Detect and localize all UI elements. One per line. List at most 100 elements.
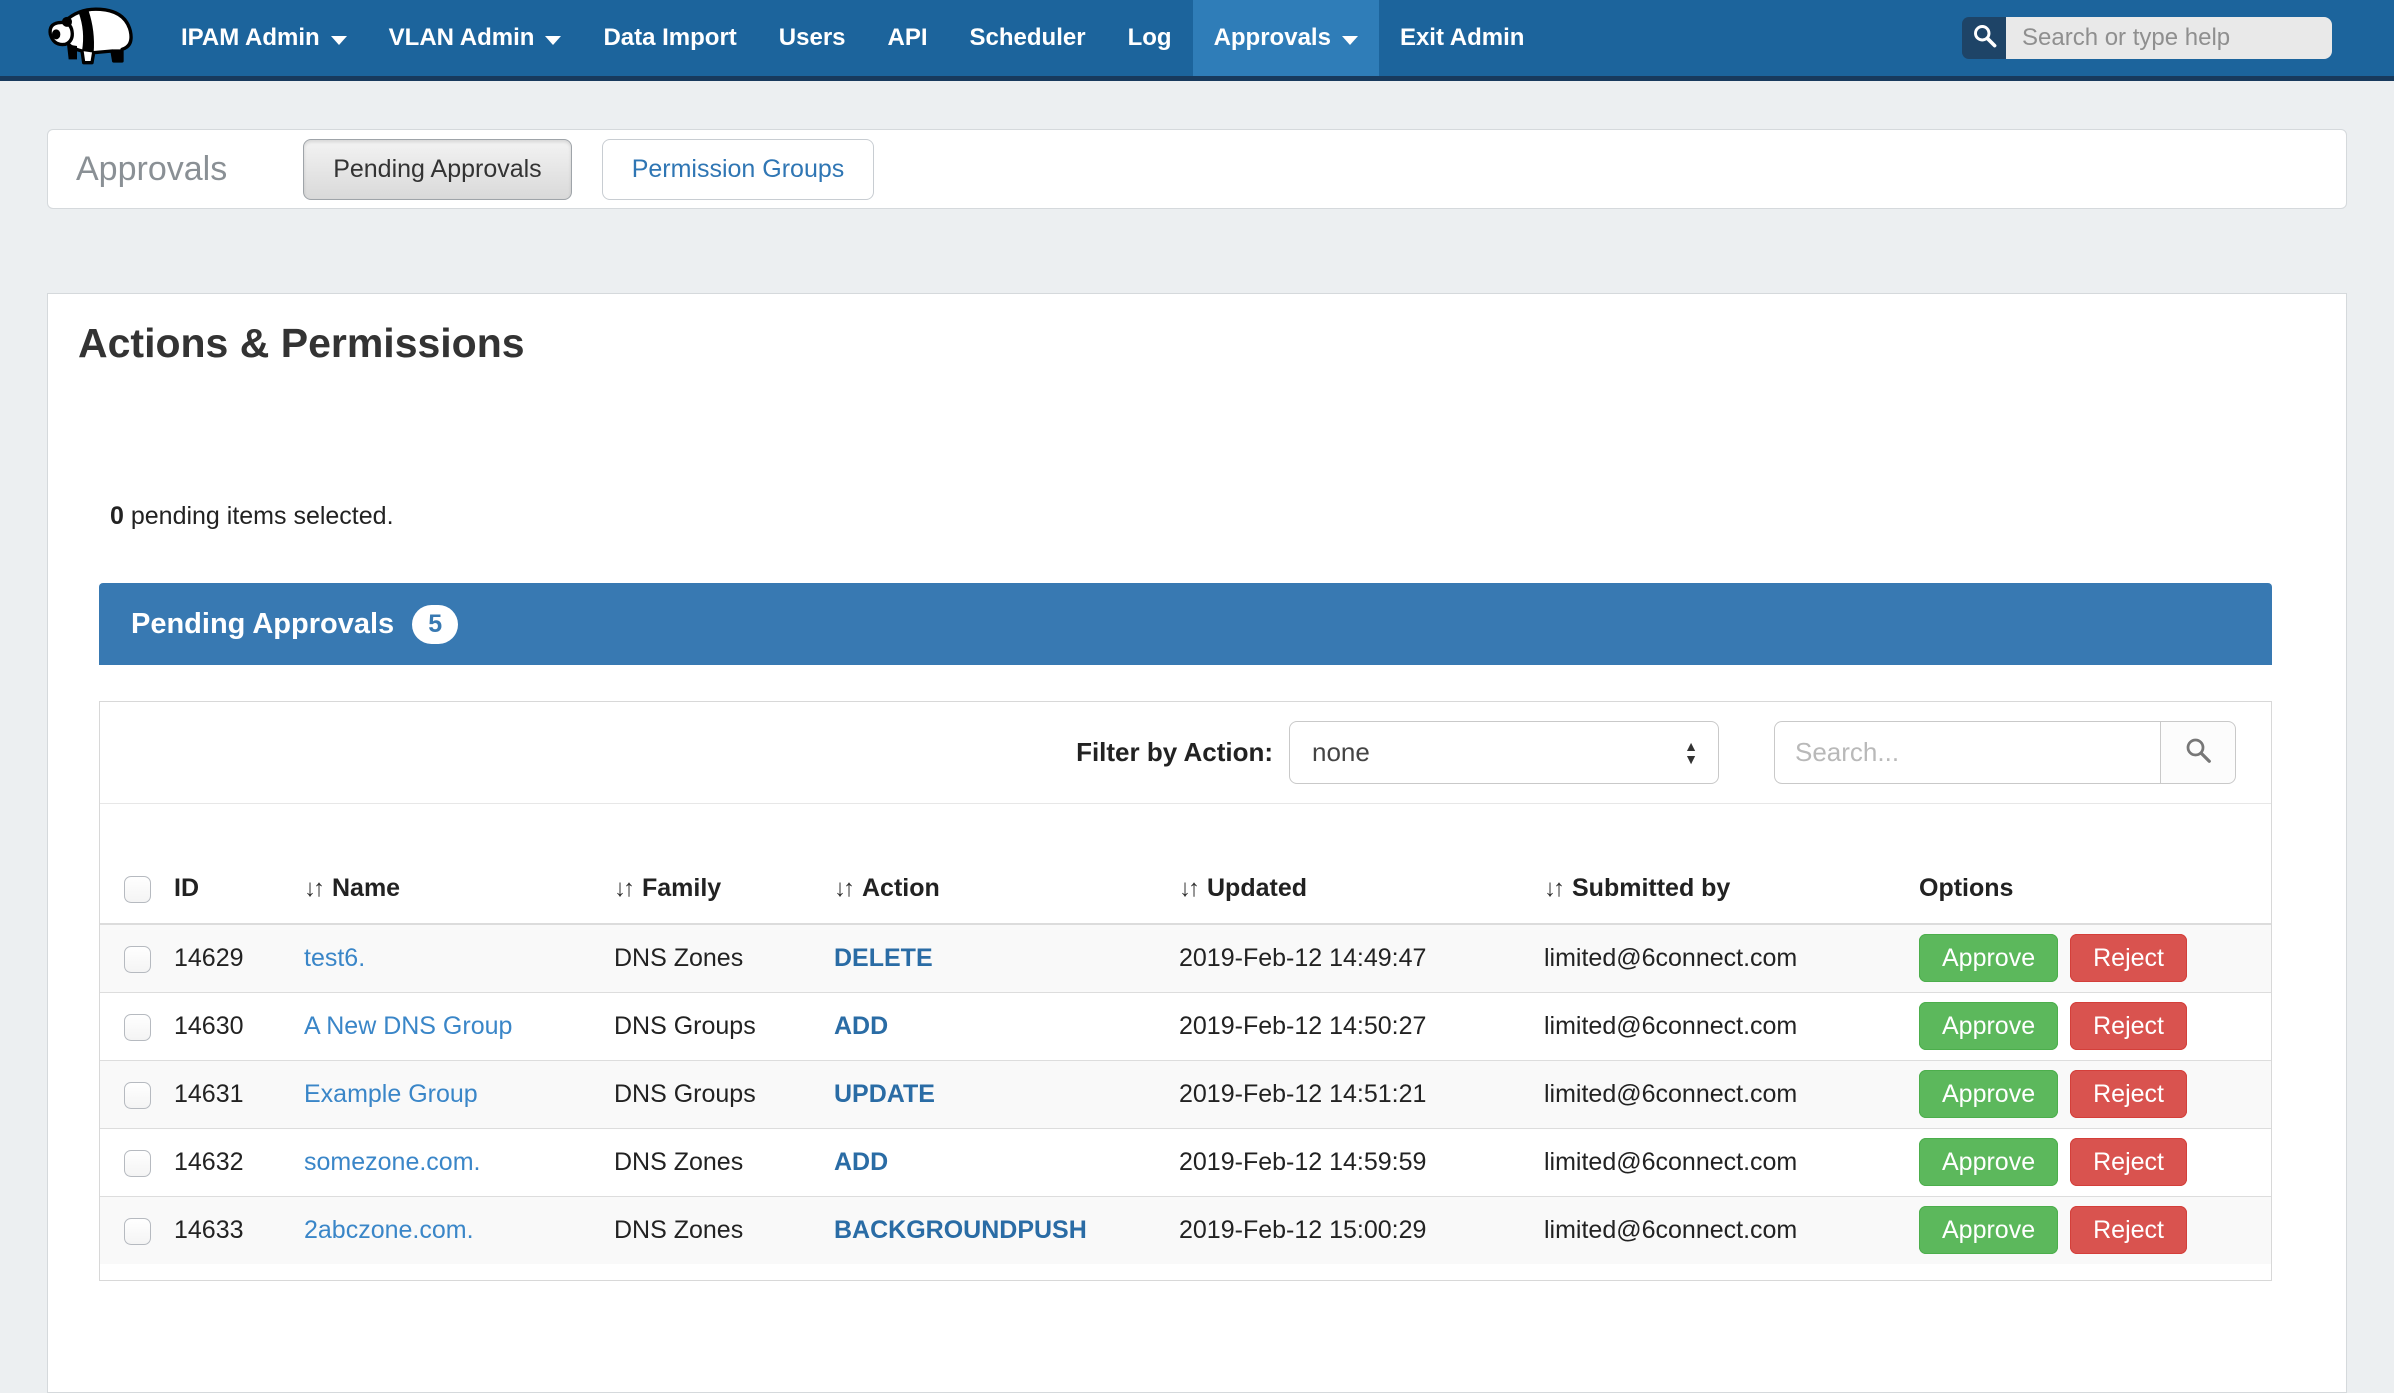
row-checkbox[interactable]	[124, 1218, 151, 1245]
column-header-family[interactable]: ↓↑Family	[604, 804, 824, 924]
nav-item-label: VLAN Admin	[389, 24, 535, 52]
family-cell: DNS Zones	[604, 1129, 824, 1197]
options-cell: ApproveReject	[1909, 1129, 2271, 1197]
nav-item-log[interactable]: Log	[1107, 0, 1193, 76]
row-checkbox[interactable]	[124, 946, 151, 973]
submitted-by-cell: limited@6connect.com	[1534, 993, 1909, 1061]
navbar-search-button[interactable]	[1962, 17, 2006, 59]
nav-item-label: Approvals	[1214, 24, 1331, 52]
reject-button[interactable]: Reject	[2070, 1138, 2187, 1186]
name-link[interactable]: 2abczone.com.	[304, 1216, 474, 1244]
updated-cell: 2019-Feb-12 14:49:47	[1169, 924, 1534, 993]
select-updown-icon: ▲▼	[1684, 740, 1698, 766]
selected-items-status: 0 pending items selected.	[110, 502, 2272, 531]
column-label: Updated	[1207, 874, 1307, 902]
pending-approvals-header: Pending Approvals 5	[99, 583, 2272, 665]
filter-action-value: none	[1312, 737, 1684, 768]
nav-item-label: Scheduler	[970, 24, 1086, 52]
select-all-checkbox[interactable]	[124, 876, 151, 903]
updated-cell: 2019-Feb-12 14:50:27	[1169, 993, 1534, 1061]
submitted-by-cell: limited@6connect.com	[1534, 1197, 1909, 1265]
name-link[interactable]: A New DNS Group	[304, 1012, 512, 1040]
submitted-by-cell: limited@6connect.com	[1534, 1061, 1909, 1129]
nav-item-exit-admin[interactable]: Exit Admin	[1379, 0, 1545, 76]
id-cell: 14633	[164, 1197, 294, 1265]
approve-button[interactable]: Approve	[1919, 1070, 2058, 1118]
row-checkbox[interactable]	[124, 1150, 151, 1177]
column-header-action[interactable]: ↓↑Action	[824, 804, 1169, 924]
nav-item-label: Data Import	[603, 24, 736, 52]
chevron-down-icon	[331, 36, 347, 45]
options-cell: ApproveReject	[1909, 1197, 2271, 1265]
family-cell: DNS Groups	[604, 1061, 824, 1129]
row-checkbox[interactable]	[124, 1082, 151, 1109]
search-icon	[1971, 22, 1998, 54]
nav-item-label: Exit Admin	[1400, 24, 1524, 52]
action-cell: ADD	[824, 1129, 1169, 1197]
reject-button[interactable]: Reject	[2070, 1002, 2187, 1050]
tab-pending-approvals[interactable]: Pending Approvals	[303, 139, 571, 200]
family-cell: DNS Groups	[604, 993, 824, 1061]
app-logo[interactable]	[0, 0, 160, 76]
filter-by-action-label: Filter by Action:	[1076, 737, 1273, 768]
nav-item-scheduler[interactable]: Scheduler	[949, 0, 1107, 76]
nav-item-approvals[interactable]: Approvals	[1193, 0, 1379, 76]
column-header-name[interactable]: ↓↑Name	[294, 804, 604, 924]
chevron-down-icon	[1342, 36, 1358, 45]
id-cell: 14632	[164, 1129, 294, 1197]
row-select-cell	[100, 1197, 164, 1265]
global-search-input[interactable]	[2006, 17, 2332, 59]
sort-icon: ↓↑	[614, 875, 632, 902]
page-title: Approvals	[76, 150, 227, 189]
approve-button[interactable]: Approve	[1919, 1138, 2058, 1186]
submitted-by-cell: limited@6connect.com	[1534, 924, 1909, 993]
options-cell: ApproveReject	[1909, 1061, 2271, 1129]
nav-item-users[interactable]: Users	[758, 0, 867, 76]
pending-approvals-table-container: Filter by Action: none ▲▼	[99, 701, 2272, 1281]
column-label: Name	[332, 874, 400, 902]
family-cell: DNS Zones	[604, 1197, 824, 1265]
row-select-cell	[100, 924, 164, 993]
table-search-group	[1774, 721, 2236, 784]
table-search-input[interactable]	[1774, 721, 2160, 784]
name-cell: Example Group	[294, 1061, 604, 1129]
column-label: ID	[174, 874, 199, 902]
table-header-row: ID↓↑Name↓↑Family↓↑Action↓↑Updated↓↑Submi…	[100, 804, 2271, 924]
nav-item-ipam-admin[interactable]: IPAM Admin	[160, 0, 368, 76]
tab-permission-groups[interactable]: Permission Groups	[602, 139, 875, 200]
name-link[interactable]: test6.	[304, 944, 365, 972]
panda-logo-icon	[42, 2, 142, 75]
nav-item-api[interactable]: API	[867, 0, 949, 76]
column-header-updated[interactable]: ↓↑Updated	[1169, 804, 1534, 924]
nav-item-data-import[interactable]: Data Import	[582, 0, 757, 76]
pending-approvals-table: ID↓↑Name↓↑Family↓↑Action↓↑Updated↓↑Submi…	[100, 804, 2271, 1264]
sort-icon: ↓↑	[834, 875, 852, 902]
row-select-cell	[100, 993, 164, 1061]
action-label: DELETE	[834, 944, 933, 972]
id-cell: 14629	[164, 924, 294, 993]
action-label: BACKGROUNDPUSH	[834, 1216, 1087, 1244]
name-link[interactable]: somezone.com.	[304, 1148, 480, 1176]
filter-action-select[interactable]: none ▲▼	[1289, 721, 1719, 784]
column-header-submitted-by[interactable]: ↓↑Submitted by	[1534, 804, 1909, 924]
table-search-button[interactable]	[2160, 721, 2236, 784]
nav-item-label: Users	[779, 24, 846, 52]
row-checkbox[interactable]	[124, 1014, 151, 1041]
top-navbar: IPAM Admin VLAN Admin Data Import Users API S…	[0, 0, 2394, 81]
approve-button[interactable]: Approve	[1919, 934, 2058, 982]
approve-button[interactable]: Approve	[1919, 1002, 2058, 1050]
row-select-cell	[100, 1061, 164, 1129]
table-row: 14631Example GroupDNS GroupsUPDATE2019-F…	[100, 1061, 2271, 1129]
reject-button[interactable]: Reject	[2070, 1070, 2187, 1118]
action-cell: DELETE	[824, 924, 1169, 993]
actions-permissions-panel: Actions & Permissions 0 pending items se…	[47, 293, 2347, 1393]
name-link[interactable]: Example Group	[304, 1080, 478, 1108]
name-cell: A New DNS Group	[294, 993, 604, 1061]
submitted-by-cell: limited@6connect.com	[1534, 1129, 1909, 1197]
nav-item-vlan-admin[interactable]: VLAN Admin	[368, 0, 583, 76]
reject-button[interactable]: Reject	[2070, 934, 2187, 982]
approve-button[interactable]: Approve	[1919, 1206, 2058, 1254]
action-label: UPDATE	[834, 1080, 935, 1108]
filter-bar: Filter by Action: none ▲▼	[100, 702, 2271, 804]
reject-button[interactable]: Reject	[2070, 1206, 2187, 1254]
